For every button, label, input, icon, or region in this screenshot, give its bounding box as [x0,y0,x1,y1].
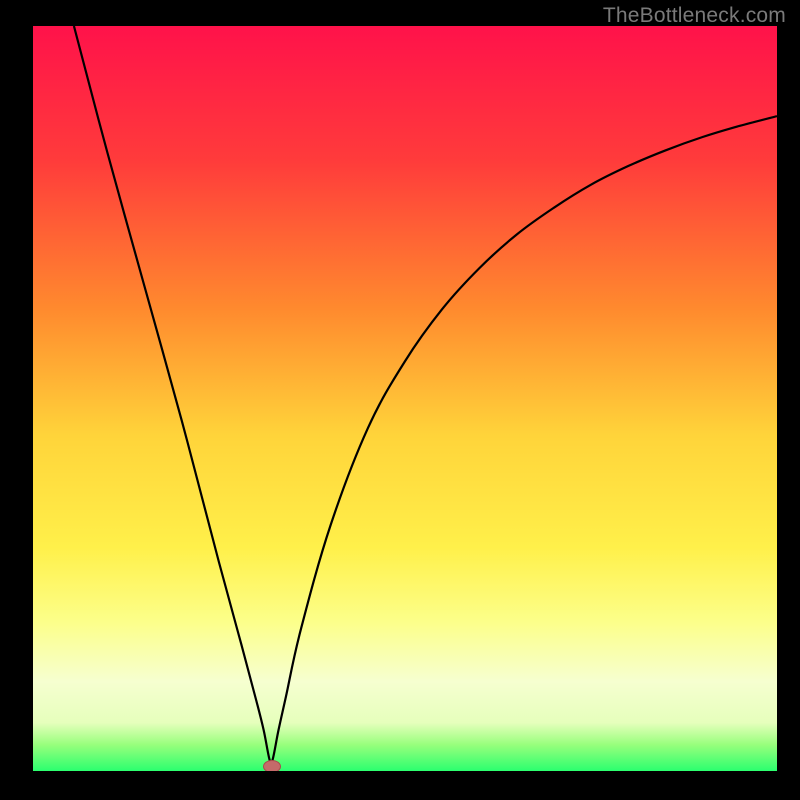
minimum-marker [263,760,281,771]
curve-layer [33,26,777,771]
bottleneck-curve [74,26,777,764]
watermark-text: TheBottleneck.com [603,4,786,28]
plot-area [33,26,777,771]
chart-frame: TheBottleneck.com [0,0,800,800]
